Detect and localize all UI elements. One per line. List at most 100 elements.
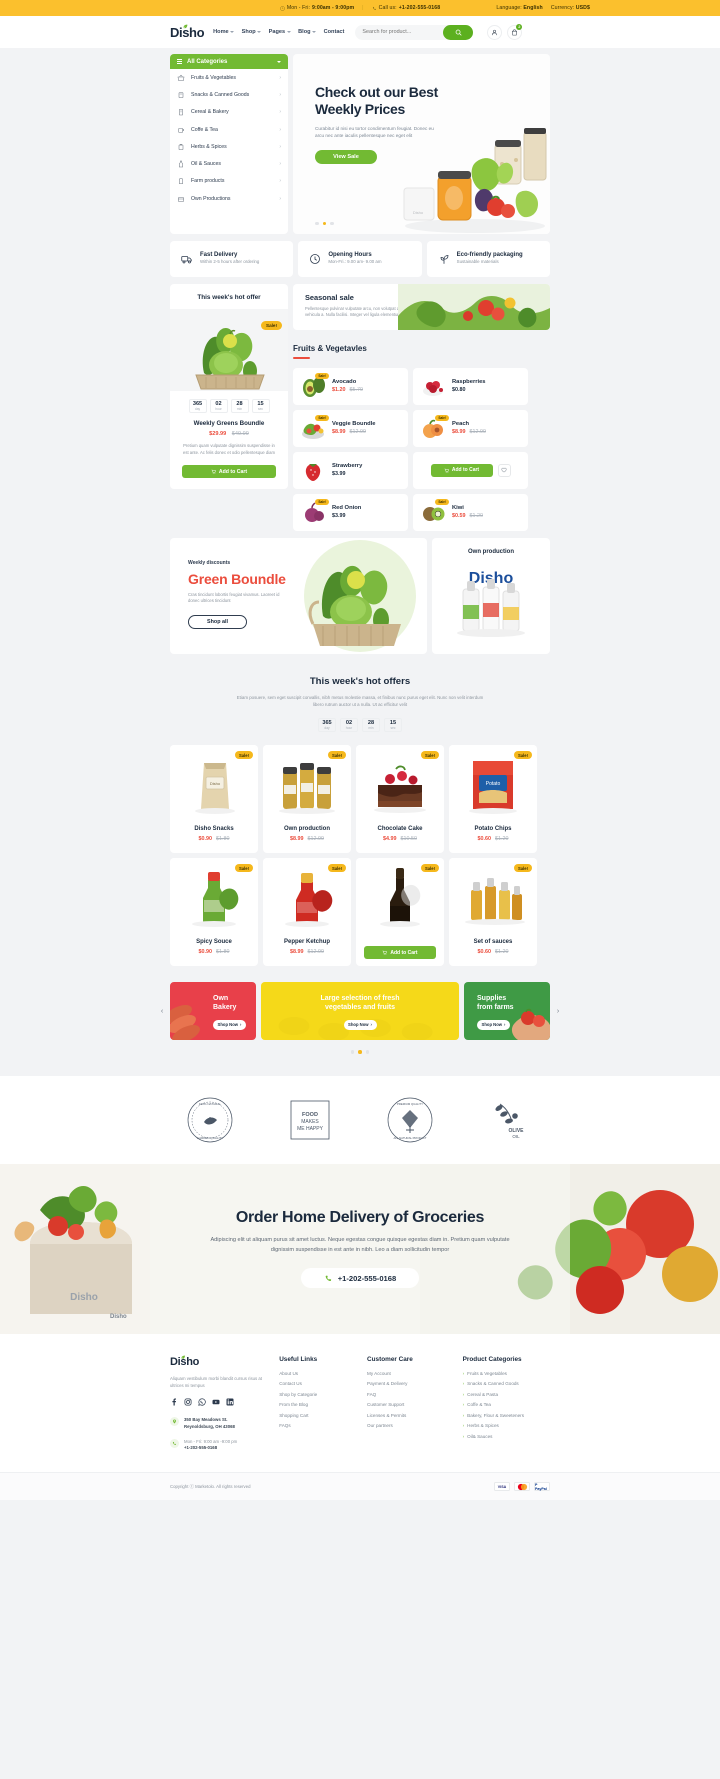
shop-now-button[interactable]: Shop Now › [477, 1019, 510, 1030]
nav-item-home[interactable]: Home [213, 29, 235, 35]
product-veggie-boundle[interactable]: Sale! Veggie Boundle $8.99 $12.99 [293, 409, 408, 447]
carousel-prev-button[interactable]: ‹ [156, 1005, 168, 1017]
footer-logo[interactable]: Disho [170, 1355, 263, 1368]
language-selector[interactable]: Language: English [496, 5, 542, 11]
product-price: $0.60 $1.20 [449, 836, 537, 842]
footer-link-my-account[interactable]: My Account [367, 1371, 447, 1376]
footer-link-shopping-cart[interactable]: Shopping Cart [279, 1413, 351, 1418]
nav-item-pages[interactable]: Pages [269, 29, 291, 35]
promo-dot-2[interactable] [358, 1050, 362, 1054]
language-label: Language: [496, 5, 522, 11]
product-price: $4.99 $10.50 [356, 836, 444, 842]
footer-link-faqs[interactable]: FAQs [279, 1423, 351, 1428]
bullet-icon: › [462, 1402, 465, 1408]
category-item-own-productions[interactable]: Own Productions › [170, 190, 288, 207]
footer-phone[interactable]: +1-202-555-0168 [184, 1445, 217, 1450]
promo-supplies-from-farms[interactable]: Supplies from farms Shop Now › [464, 982, 550, 1041]
offer-card-own-production[interactable]: Sale! Own production $8.99 $12.99 [263, 745, 351, 854]
footer-link-shop-by-categorie[interactable]: Shop by Categorie [279, 1392, 351, 1397]
footer-link-about-us[interactable]: About Us [279, 1371, 351, 1376]
bullet-icon: › [462, 1370, 465, 1376]
linkedin-icon[interactable] [226, 1398, 234, 1406]
instagram-icon[interactable] [184, 1398, 192, 1406]
footer-useful-links-column: Useful Links About Us Contact Us Shop by… [279, 1356, 351, 1453]
footer-link-licenses-permits[interactable]: Licenses & Permits [367, 1413, 447, 1418]
promo-vegetables-fruits[interactable]: Large selection of fresh vegetables and f… [261, 982, 459, 1041]
whatsapp-icon[interactable] [198, 1398, 206, 1406]
product-kiwi[interactable]: Sale! Kiwi $0.59 $1.20 [413, 493, 528, 531]
facebook-icon[interactable] [170, 1398, 178, 1406]
category-item-fruits-vegetables[interactable]: Fruits & Vegetables › [170, 69, 288, 86]
youtube-icon[interactable] [212, 1398, 220, 1406]
category-sidebar: All Categories Fruits & Vegetables › Snac… [170, 54, 288, 234]
nav-item-contact[interactable]: Contact [324, 29, 345, 35]
category-item-oil-sauces[interactable]: Oil & Sauces › [170, 155, 288, 172]
footer-cat-bakery-flour-sweeteners[interactable]: › Bakery, Flour & Sweeteners [463, 1413, 550, 1418]
currency-selector[interactable]: Currency: USD$ [551, 5, 590, 11]
milk-carton-icon [179, 178, 183, 185]
category-item-cereal-bakery[interactable]: Cereal & Bakery › [170, 104, 288, 121]
carousel-dot-1[interactable] [315, 221, 319, 225]
footer-cat-oil-sauces[interactable]: › Oil& Sauces [463, 1434, 550, 1439]
cta-phone-button[interactable]: +1-202-555-0168 [301, 1268, 419, 1289]
price-old: $12.99 [469, 429, 487, 436]
add-to-cart-button[interactable]: Add to Cart [364, 946, 436, 960]
shop-all-button[interactable]: Shop all [188, 615, 247, 630]
offer-card-spicy-souce[interactable]: Sale! Spicy Souce $0.90 $1.80 [170, 858, 258, 967]
account-button[interactable] [487, 24, 503, 40]
category-item-coffe-tea[interactable]: Coffe & Tea › [170, 121, 288, 138]
offer-card-pepper-ketchup[interactable]: Sale! Pepper Ketchup $8.99 $12.99 [263, 858, 351, 967]
product-image-wrap: Sale! [449, 858, 537, 933]
search-bar [355, 24, 474, 40]
promo-title-line2: Bakery [213, 1003, 237, 1011]
product-red-onion[interactable]: Sale! Red Onion $3.99 [293, 493, 408, 531]
carousel-dot-2[interactable] [322, 221, 326, 225]
nav-item-blog[interactable]: Blog [298, 29, 317, 35]
carousel-dot-3[interactable] [330, 221, 334, 225]
footer-link-payment-delivery[interactable]: Payment & Delivery [367, 1381, 447, 1386]
countdown-unit: day [324, 726, 330, 731]
product-strawberry[interactable]: Strawberry $3.99 [293, 451, 408, 489]
product-avocado[interactable]: Sale! Avocado $1.20 $5.79 [293, 367, 408, 405]
promo-dot-3[interactable] [365, 1050, 370, 1054]
search-button[interactable] [443, 24, 474, 40]
offer-card-potato-chips[interactable]: Potato Sale! Potato Chips $0.60 $1.20 [449, 745, 537, 854]
footer-link-faq[interactable]: FAQ [367, 1392, 447, 1397]
shop-now-button[interactable]: Shop Now › [213, 1019, 246, 1030]
cart-button[interactable]: 2 [507, 23, 523, 40]
footer-link-from-the-blog[interactable]: From the Blog [279, 1402, 351, 1407]
offer-card-chocolate-cake[interactable]: Sale! Chocolate Cake $4.99 $10.50 [356, 745, 444, 854]
category-item-farm-products[interactable]: Farm products › [170, 173, 288, 190]
site-logo[interactable]: Disho [170, 24, 205, 40]
category-item-snacks-canned-goods[interactable]: Snacks & Canned Goods › [170, 86, 288, 103]
footer-link-contact-us[interactable]: Contact Us [279, 1381, 351, 1386]
offer-card-disho-snacks[interactable]: Disho Sale! Disho Snacks $0.90 $1.80 [170, 745, 258, 854]
wishlist-button[interactable] [497, 463, 511, 477]
offer-card-set-of-sauces[interactable]: Sale! Set of sauces $0.60 $1.20 [449, 858, 537, 967]
all-categories-toggle[interactable]: All Categories [170, 54, 288, 69]
promo-own-bakery[interactable]: Own Bakery Shop Now › [170, 982, 256, 1041]
footer-cat-snacks-canned-goods[interactable]: › Snacks & Canned Goods [463, 1381, 550, 1386]
promo-dot-1[interactable] [350, 1050, 355, 1054]
footer-link-our-partners[interactable]: Our partners [367, 1423, 447, 1428]
product-name: Strawberry [332, 462, 363, 469]
search-input[interactable] [362, 29, 438, 35]
add-to-cart-button[interactable]: Add to Cart [182, 465, 276, 478]
view-sale-button[interactable]: View Sale [315, 149, 377, 164]
offer-card-hovered[interactable]: Sale! Add to Cart [356, 858, 444, 967]
footer-about-text: Aliquam vestibulum morbi blandit cursus … [170, 1375, 262, 1388]
footer-cat-cereal-pasta[interactable]: › Cereal & Pasta [463, 1392, 550, 1397]
category-item-herbs-spices[interactable]: Herbs & Spices › [170, 138, 288, 155]
add-to-cart-button[interactable]: Add to Cart [430, 463, 493, 477]
product-peach[interactable]: Sale! Peach $8.99 $12.99 [413, 409, 528, 447]
footer-link-customer-support[interactable]: Customer Support [367, 1402, 447, 1407]
nav-item-shop[interactable]: Shop [242, 29, 262, 35]
footer-cat-fruits-vegetables[interactable]: › Fruits & Vegetables [463, 1371, 550, 1376]
shop-now-button[interactable]: Shop Now › [343, 1019, 377, 1030]
footer-cat-herbs-spices[interactable]: › Herbs & Spices [463, 1423, 550, 1428]
footer-cat-coffe-tea[interactable]: › Coffe & Tea [463, 1402, 550, 1407]
product-raspberries[interactable]: Raspberries $0.80 [413, 367, 528, 405]
product-image-wrap: Sale! [356, 858, 444, 933]
carousel-next-button[interactable]: › [552, 1005, 564, 1017]
sale-badge: Sale! [315, 499, 329, 506]
